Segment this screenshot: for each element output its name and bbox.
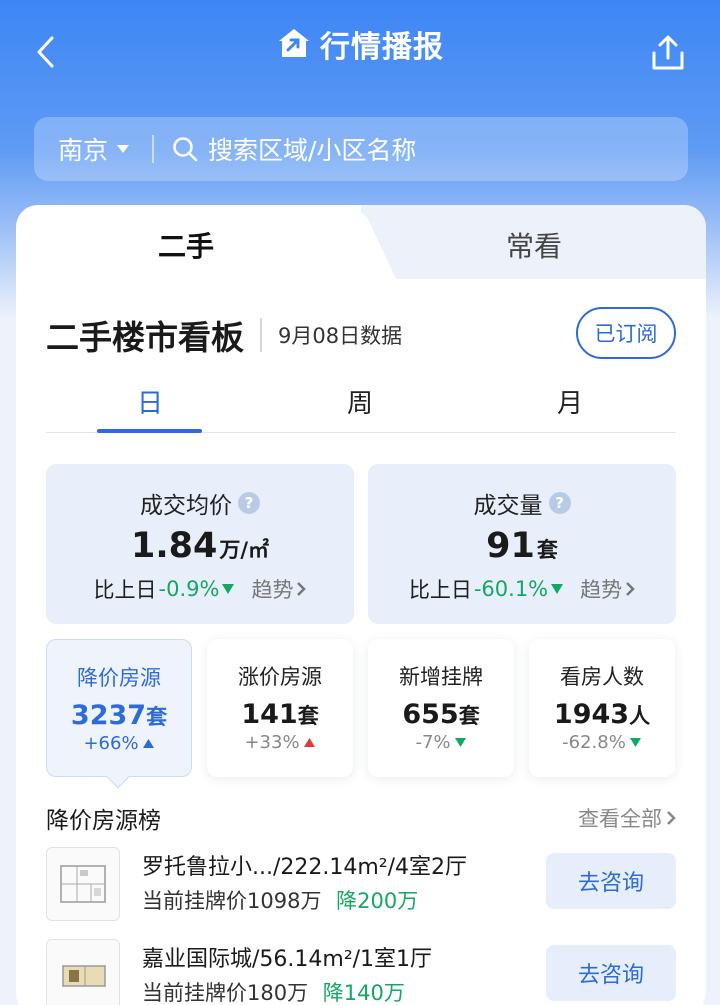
metric-unit: 套: [146, 705, 168, 729]
avg-price-card[interactable]: 成交均价 ? 1.84 万/㎡ 比上日 -0.9% 趋势: [46, 464, 354, 624]
search-bar: 南京 搜索区域/小区名称: [34, 117, 688, 181]
metric-change: -62.8%: [562, 732, 626, 753]
metric-value: 141: [241, 699, 298, 730]
metric-title: 新增挂牌: [399, 665, 483, 689]
view-all-label: 查看全部: [578, 807, 662, 831]
trend-label: 趋势: [580, 578, 623, 602]
caret-down-icon: [117, 145, 130, 153]
tab-week[interactable]: 周: [308, 383, 412, 420]
consult-button[interactable]: 去咨询: [546, 853, 676, 909]
triangle-up-icon: [142, 739, 154, 748]
logo-icon: [279, 29, 309, 57]
board-title: 二手楼市看板: [46, 318, 244, 357]
board-header: 二手楼市看板 9月08日数据 已订阅: [46, 307, 676, 359]
metric-value: 1943: [553, 699, 630, 730]
metric-unit: 套: [297, 704, 319, 728]
metric-value: 3237: [70, 700, 147, 731]
stat-title: 成交量: [473, 493, 543, 519]
tab-day[interactable]: 日: [98, 383, 202, 420]
listing-drop: 降140万: [322, 981, 405, 1005]
period-tabs: 日 周 月: [46, 375, 676, 433]
divider: [260, 318, 262, 352]
stat-value: 1.84: [130, 526, 218, 566]
view-all-link[interactable]: 查看全部: [578, 803, 676, 833]
consult-button[interactable]: 去咨询: [546, 945, 676, 1001]
metric-change: -7%: [415, 732, 451, 753]
share-icon: [652, 35, 684, 70]
compare-label: 比上日: [93, 578, 157, 602]
metric-title: 涨价房源: [238, 665, 322, 689]
divider: [152, 135, 154, 163]
search-placeholder: 搜索区域/小区名称: [208, 136, 417, 165]
trend-link[interactable]: 趋势: [251, 574, 307, 604]
triangle-down-icon: [454, 738, 466, 747]
page-title-group: 行情播报: [0, 22, 720, 66]
metric-unit: 人: [629, 704, 651, 728]
listing-name: 嘉业国际城/56.14m²/1室1厅: [142, 947, 433, 972]
help-icon[interactable]: ?: [548, 492, 571, 514]
data-date: 9月08日数据: [278, 324, 403, 348]
list-item[interactable]: 罗托鲁拉小.../222.14m²/4室2厅 当前挂牌价1098万 降200万 …: [46, 847, 676, 925]
trend-link[interactable]: 趋势: [580, 574, 635, 604]
floorplan-thumbnail: [46, 847, 120, 921]
list-header: 降价房源榜 查看全部: [46, 801, 676, 835]
share-button[interactable]: [646, 30, 690, 76]
metric-change: +33%: [244, 732, 300, 753]
page-title: 行情播报: [320, 30, 444, 65]
listing-price: 当前挂牌价180万 降140万: [142, 977, 405, 1005]
city-selector[interactable]: 南京: [34, 131, 152, 167]
chevron-right-icon: [297, 582, 307, 596]
compare-label: 比上日: [408, 578, 472, 602]
listing-name: 罗托鲁拉小.../222.14m²/4室2厅: [142, 855, 468, 880]
metric-viewers[interactable]: 看房人数 1943 人 -62.8%: [529, 639, 675, 777]
metric-unit: 套: [458, 704, 480, 728]
triangle-down-icon: [629, 738, 641, 747]
triangle-up-icon: [303, 738, 315, 747]
metric-new-listings[interactable]: 新增挂牌 655 套 -7%: [368, 639, 514, 777]
tab-second-hand[interactable]: 二手: [158, 225, 214, 265]
help-icon[interactable]: ?: [238, 492, 260, 514]
metric-price-drop[interactable]: 降价房源 3237 套 +66%: [46, 639, 192, 789]
trend-label: 趋势: [251, 578, 294, 602]
volume-card[interactable]: 成交量 ? 91 套 比上日 -60.1% 趋势: [368, 464, 676, 624]
selection-notch: [106, 765, 130, 789]
floorplan-image: [62, 965, 106, 987]
listing-price-label: 当前挂牌价180万: [142, 981, 309, 1005]
list-item[interactable]: 嘉业国际城/56.14m²/1室1厅 当前挂牌价180万 降140万 去咨询: [46, 939, 676, 1005]
metric-title: 看房人数: [560, 665, 644, 689]
search-input[interactable]: 搜索区域/小区名称: [172, 131, 416, 167]
main-card: 二手 常看 二手楼市看板 9月08日数据 已订阅 日 周 月 成交均价 ? 1.…: [16, 205, 706, 1005]
metric-value: 655: [402, 699, 459, 730]
listing-drop: 降200万: [336, 889, 419, 913]
chevron-right-icon: [667, 811, 676, 825]
subscribe-button[interactable]: 已订阅: [576, 307, 676, 359]
chevron-right-icon: [626, 582, 635, 596]
triangle-down-icon: [222, 584, 235, 594]
stat-value: 91: [486, 526, 535, 566]
metric-price-rise[interactable]: 涨价房源 141 套 +33%: [207, 639, 353, 777]
active-tab-indicator: [97, 429, 202, 433]
change-value: -60.1%: [473, 577, 549, 601]
metric-title: 降价房源: [77, 666, 161, 690]
stat-title: 成交均价: [140, 493, 232, 519]
triangle-down-icon: [551, 584, 564, 594]
tab-frequent[interactable]: 常看: [506, 225, 562, 265]
listing-price: 当前挂牌价1098万 降200万: [142, 885, 418, 915]
stat-unit: 万/㎡: [219, 538, 270, 562]
metric-change: +66%: [83, 733, 139, 754]
city-label: 南京: [58, 136, 109, 165]
tab-month[interactable]: 月: [518, 383, 622, 420]
change-value: -0.9%: [158, 577, 220, 601]
top-bar: 行情播报: [0, 0, 720, 104]
floorplan-thumbnail: [46, 939, 120, 1005]
list-title: 降价房源榜: [46, 808, 161, 834]
listing-price-label: 当前挂牌价1098万: [142, 889, 322, 913]
stat-unit: 套: [536, 538, 558, 562]
search-icon: [173, 137, 198, 162]
floorplan-image: [60, 865, 106, 903]
